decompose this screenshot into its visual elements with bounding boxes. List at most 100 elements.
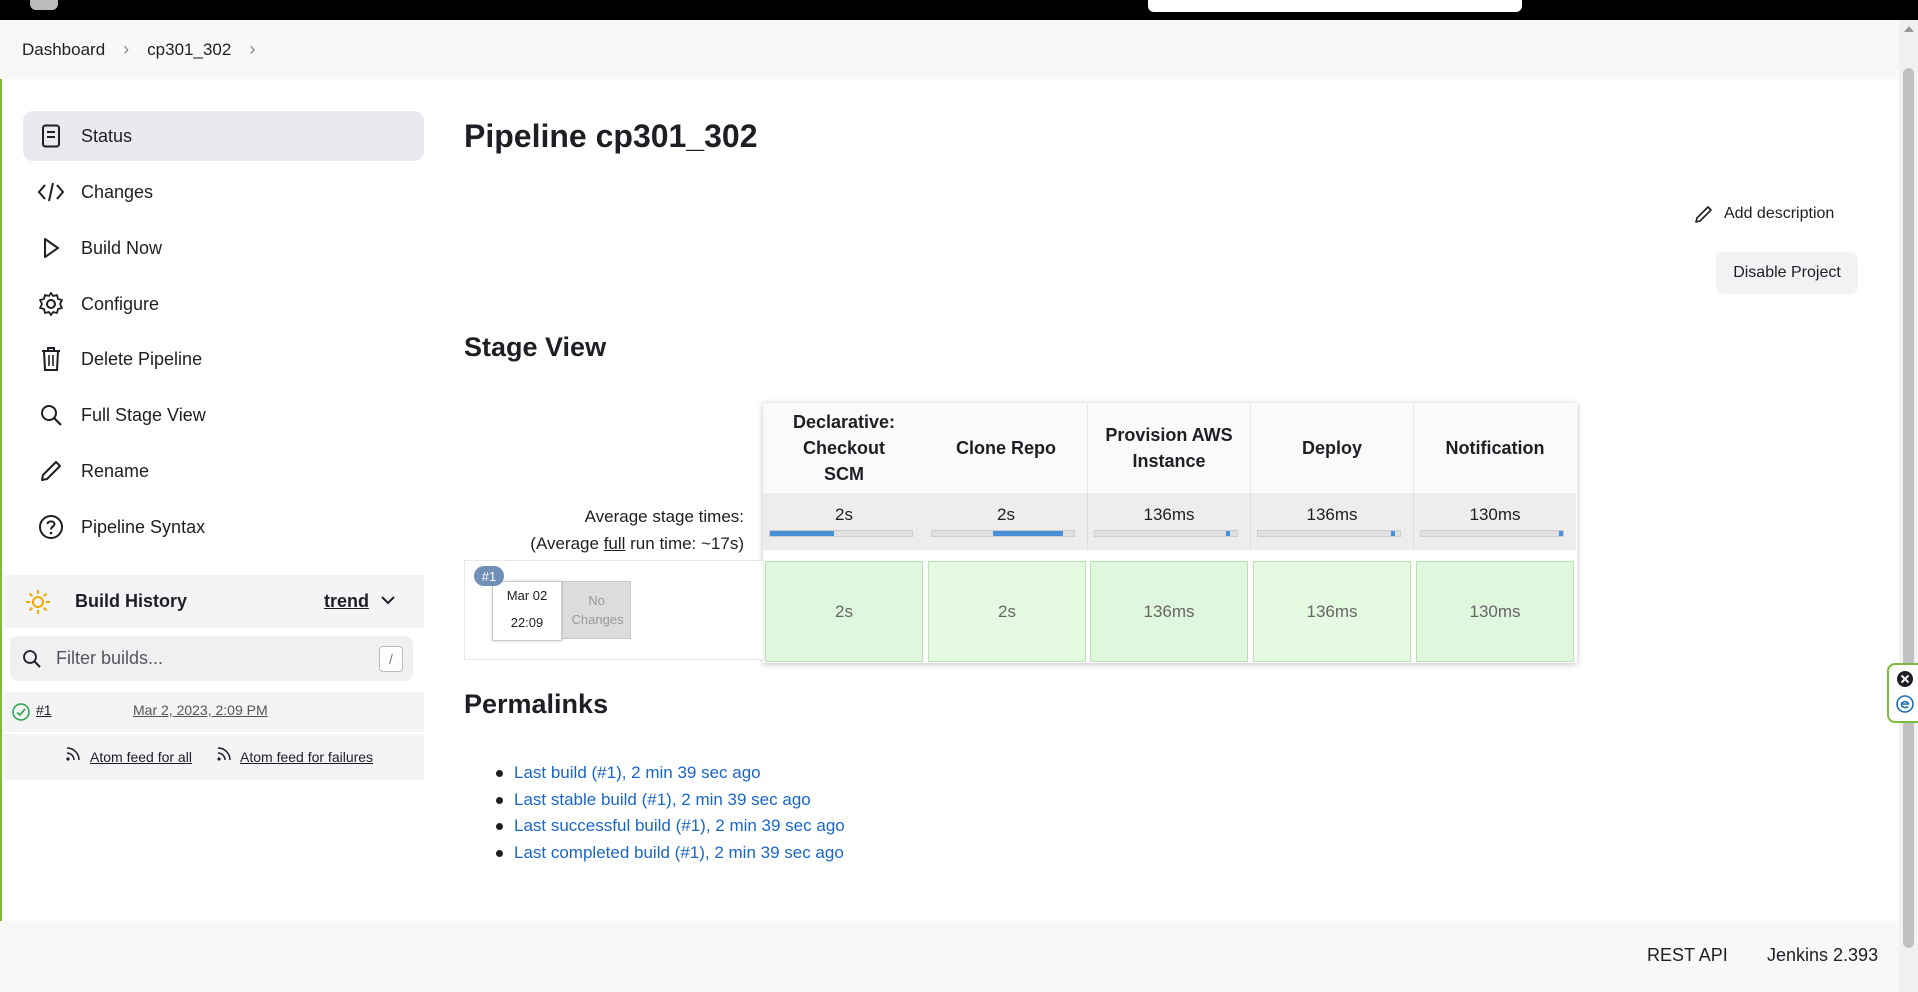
sidebar-item-label: Configure [81, 293, 160, 314]
avg-time-bar-fill [770, 531, 834, 536]
build-history-row[interactable]: #1 Mar 2, 2023, 2:09 PM [3, 692, 424, 732]
no-changes-box[interactable]: No Changes [562, 581, 631, 639]
add-description-button[interactable]: Add description [1694, 204, 1834, 224]
help-icon [37, 513, 65, 541]
avg-time-value: 2s [835, 505, 853, 524]
vertical-scrollbar[interactable] [1899, 20, 1918, 992]
page-title: Pipeline cp301_302 [464, 118, 758, 154]
permalink-last-build[interactable]: Last build (#1), 2 min 39 sec ago [514, 763, 761, 782]
sidebar-item-configure[interactable]: Configure [23, 279, 424, 329]
breadcrumb-dashboard[interactable]: Dashboard [22, 40, 105, 60]
jenkins-version-link[interactable]: Jenkins 2.393 [1767, 945, 1878, 966]
jenkins-logo[interactable] [30, 0, 58, 10]
pencil-icon [1694, 204, 1714, 224]
sidebar-item-label: Delete Pipeline [81, 348, 203, 369]
stage-header[interactable]: Clone Repo [925, 403, 1088, 493]
close-icon[interactable] [1896, 670, 1914, 693]
sidebar-item-pipeline-syntax[interactable]: Pipeline Syntax [23, 502, 424, 552]
scroll-up-arrow-icon[interactable] [1904, 26, 1914, 32]
sidebar-item-label: Pipeline Syntax [81, 516, 206, 537]
stage-name: Provision AWS Instance [1105, 425, 1233, 471]
pencil-icon [37, 457, 65, 485]
avg-time-bar [1257, 530, 1401, 537]
stage-header[interactable]: Deploy [1251, 403, 1414, 493]
average-times-label: Average stage times: (Average full run t… [464, 503, 744, 557]
filter-builds-field[interactable]: Filter builds... / [10, 636, 413, 681]
stage-header[interactable]: Declarative: Checkout SCM [763, 403, 926, 493]
avg-run-suffix: run time: ~17s) [625, 534, 744, 553]
permalinks-title: Permalinks [464, 689, 609, 719]
sidebar-item-label: Full Stage View [81, 404, 206, 425]
stage-result-cell[interactable]: 136ms [1090, 561, 1248, 662]
stage-result-cell[interactable]: 136ms [1253, 561, 1411, 662]
avg-time-value: 2s [997, 505, 1015, 524]
sidebar-item-label: Changes [81, 181, 154, 202]
avg-time-cell: 2s [925, 493, 1088, 550]
build-number-link[interactable]: #1 [36, 702, 52, 718]
avg-time-value: 136ms [1306, 505, 1358, 524]
chevron-right-icon[interactable]: › [249, 39, 255, 60]
sidebar-item-full-stage-view[interactable]: Full Stage View [23, 390, 424, 440]
stage-result-cell[interactable]: 2s [765, 561, 923, 662]
trend-link[interactable]: trend [324, 591, 369, 612]
avg-time-bar [1094, 530, 1238, 537]
atom-feed-all-link[interactable]: Atom feed for all [90, 749, 192, 765]
stage-result-cell[interactable]: 130ms [1416, 561, 1574, 662]
trash-icon [37, 345, 65, 373]
sun-icon [25, 589, 55, 615]
avg-time-bar [1420, 530, 1564, 537]
disable-project-button[interactable]: Disable Project [1716, 252, 1858, 294]
chevron-down-icon[interactable] [381, 592, 395, 610]
run-date: Mar 02 [506, 588, 548, 603]
filter-builds-input[interactable]: Filter builds... [56, 648, 163, 669]
document-icon [37, 122, 65, 150]
avg-time-bar-fill [993, 531, 1063, 536]
play-icon [37, 234, 65, 262]
breadcrumb-project[interactable]: cp301_302 [147, 40, 231, 60]
rss-icon [216, 746, 232, 765]
sidebar-item-rename[interactable]: Rename [23, 446, 424, 496]
avg-time-value: 130ms [1469, 505, 1521, 524]
avg-time-value: 136ms [1143, 505, 1195, 524]
build-date-box[interactable]: Mar 02 22:09 [492, 581, 562, 641]
avg-full-run-text: (Average full run time: ~17s) [464, 530, 744, 557]
avg-time-bar-fill [1391, 531, 1395, 536]
avg-run-full: full [603, 534, 626, 553]
extension-e-icon[interactable] [1896, 695, 1914, 718]
build-badge[interactable]: #1 [474, 566, 504, 586]
stage-result-cell[interactable]: 2s [928, 561, 1086, 662]
sidebar-item-delete-pipeline[interactable]: Delete Pipeline [23, 334, 424, 384]
top-header-bar [0, 0, 1918, 20]
permalink-last-successful-build[interactable]: Last successful build (#1), 2 min 39 sec… [514, 816, 845, 835]
search-icon [37, 401, 65, 429]
stage-header[interactable]: Notification [1414, 403, 1576, 493]
search-box[interactable] [1148, 0, 1522, 12]
build-date-link[interactable]: Mar 2, 2023, 2:09 PM [133, 702, 268, 718]
avg-time-bar [769, 530, 913, 537]
atom-feeds: Atom feed for all Atom feed for failures [3, 734, 424, 780]
permalink-last-stable-build[interactable]: Last stable build (#1), 2 min 39 sec ago [514, 790, 811, 809]
avg-time-cell: 2s [763, 493, 926, 550]
avg-time-bar-fill [1559, 531, 1563, 536]
avg-run-prefix: (Average [530, 534, 604, 553]
list-item: Last build (#1), 2 min 39 sec ago [496, 760, 845, 787]
list-item: Last stable build (#1), 2 min 39 sec ago [496, 787, 845, 814]
avg-time-bar-fill [1226, 531, 1230, 536]
build-history-title: Build History [75, 591, 188, 611]
permalink-last-completed-build[interactable]: Last completed build (#1), 2 min 39 sec … [514, 843, 844, 862]
stage-header[interactable]: Provision AWS Instance [1088, 403, 1251, 493]
sidebar-item-status[interactable]: Status [23, 111, 424, 161]
stage-name: Declarative: Checkout SCM [792, 412, 896, 484]
sidebar-item-build-now[interactable]: Build Now [23, 223, 424, 273]
add-description-label: Add description [1724, 205, 1835, 222]
atom-feed-failures-link[interactable]: Atom feed for failures [240, 749, 373, 765]
stage-view-title: Stage View [464, 332, 607, 362]
no-changes-label: No Changes [571, 593, 624, 627]
stage-name: Clone Repo [955, 438, 1056, 458]
permalinks-list: Last build (#1), 2 min 39 sec ago Last s… [496, 760, 845, 866]
avg-time-bar [931, 530, 1075, 537]
sidebar-item-changes[interactable]: Changes [23, 167, 424, 217]
chevron-right-icon: › [123, 39, 130, 59]
scrollbar-thumb[interactable] [1903, 68, 1914, 948]
rest-api-link[interactable]: REST API [1647, 945, 1728, 966]
